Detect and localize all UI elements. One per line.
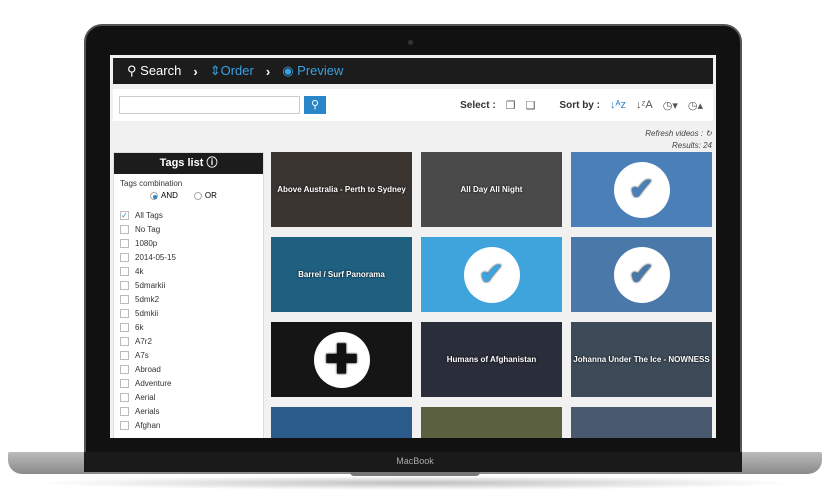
video-tile[interactable]	[421, 407, 562, 438]
video-tile[interactable]: Above Australia - Perth to Sydney	[271, 152, 412, 227]
tags-list: ✓ All Tags No Tag 1080p 2014-05-15 4k 5dmarkii…	[114, 200, 263, 432]
status-area: Refresh videos : ↻ Results: 24	[645, 128, 712, 152]
search-icon: ⚲	[127, 63, 137, 78]
checkmark-icon: ✔	[463, 246, 520, 303]
checkbox[interactable]	[120, 280, 129, 290]
video-grid: Above Australia - Perth to Sydney All Day…	[271, 152, 712, 438]
select-none-icon[interactable]: ❏	[526, 99, 536, 112]
eye-icon: ◉	[282, 63, 294, 78]
chevron-right-icon: ›	[265, 63, 271, 79]
checkbox[interactable]	[120, 308, 129, 318]
sort-az-icon[interactable]: ↓ᴬz	[610, 99, 626, 111]
tag-item[interactable]: Abroad	[120, 362, 263, 376]
video-tile[interactable]: ✚	[271, 322, 412, 397]
checkbox[interactable]	[120, 364, 129, 374]
tags-combination-label: Tags combination	[120, 179, 183, 188]
tags-sidebar: Tags list ⓘ Tags combination AND OR ✓ All…	[113, 152, 264, 438]
video-title: Humans of Afghanistan	[446, 355, 537, 364]
video-tile[interactable]: ✔	[571, 152, 712, 227]
refresh-icon: ↻	[705, 129, 712, 138]
laptop-brand: MacBook	[396, 456, 434, 466]
checkmark-icon: ✔	[613, 161, 670, 218]
sort-label: Sort by :	[559, 99, 600, 111]
tag-item[interactable]: Adventure	[120, 376, 263, 390]
video-tile[interactable]: ✔	[421, 237, 562, 312]
tag-item[interactable]: 1080p	[120, 236, 263, 250]
tag-item[interactable]: ✓ All Tags	[120, 208, 263, 222]
radio-or[interactable]: OR	[193, 191, 217, 200]
radio-or-indicator	[193, 191, 202, 200]
info-icon[interactable]: ⓘ	[206, 157, 217, 169]
tag-item[interactable]: 6k	[120, 320, 263, 334]
sort-date-desc-icon[interactable]: ◷▾	[663, 99, 678, 112]
camera	[408, 40, 413, 45]
tag-item[interactable]: Aerial	[120, 390, 263, 404]
video-tile[interactable]: Humans of Afghanistan	[421, 322, 562, 397]
checkbox[interactable]	[120, 266, 129, 276]
checkbox[interactable]	[120, 224, 129, 234]
radio-and[interactable]: AND	[150, 191, 178, 200]
video-tile[interactable]: Johanna Under The Ice - NOWNESS	[571, 322, 712, 397]
video-tile[interactable]: Barrel / Surf Panorama	[271, 237, 412, 312]
results-count: Results: 24	[671, 141, 712, 150]
tag-item[interactable]: A7s	[120, 348, 263, 362]
checkbox[interactable]	[120, 294, 129, 304]
sort-icon: ⇕	[209, 63, 221, 78]
video-title: All Day All Night	[460, 185, 523, 194]
order-step[interactable]: ⇕Order	[210, 63, 254, 79]
search-step[interactable]: ⚲ Search	[127, 63, 181, 79]
checkmark-icon: ✔	[613, 246, 670, 303]
checkbox[interactable]: ✓	[120, 210, 129, 220]
sort-za-icon[interactable]: ↓ᶻA	[636, 99, 653, 111]
tag-item[interactable]: 2014-05-15	[120, 250, 263, 264]
checkbox[interactable]	[120, 336, 129, 346]
tag-item[interactable]: 4k	[120, 264, 263, 278]
video-title: Barrel / Surf Panorama	[298, 270, 385, 279]
sort-date-asc-icon[interactable]: ◷▴	[688, 99, 703, 112]
tags-combination: AND OR	[114, 191, 263, 200]
tag-item[interactable]: 5dmarkii	[120, 278, 263, 292]
refresh-videos[interactable]: Refresh videos : ↻	[645, 128, 712, 140]
search-icon: ⚲	[310, 99, 320, 111]
tag-item[interactable]: Afghan	[120, 418, 263, 432]
tag-item[interactable]: Aerials	[120, 404, 263, 418]
search-input[interactable]	[119, 96, 300, 114]
checkbox[interactable]	[120, 322, 129, 332]
search-button[interactable]: ⚲	[304, 96, 326, 114]
tag-item[interactable]: A7r2	[120, 334, 263, 348]
laptop-notch	[350, 472, 480, 476]
laptop-shadow	[30, 476, 800, 490]
tag-item[interactable]: 5dmk2	[120, 292, 263, 306]
checkbox[interactable]	[120, 238, 129, 248]
checkbox[interactable]	[120, 392, 129, 402]
video-title: Above Australia - Perth to Sydney	[277, 185, 406, 194]
preview-step[interactable]: ◉ Preview	[282, 63, 343, 79]
plus-icon: ✚	[313, 331, 370, 388]
select-all-icon[interactable]: ❐	[506, 99, 516, 112]
select-label: Select :	[460, 99, 496, 111]
video-title: Johanna Under The Ice - NOWNESS	[573, 355, 710, 364]
video-tile[interactable]: ✔	[571, 237, 712, 312]
video-tile[interactable]	[571, 407, 712, 438]
tag-item[interactable]: No Tag	[120, 222, 263, 236]
chevron-right-icon: ›	[193, 63, 198, 79]
video-tile[interactable]	[271, 407, 412, 438]
radio-and-indicator	[150, 191, 158, 200]
video-tile[interactable]: All Day All Night	[421, 152, 562, 227]
checkbox[interactable]	[120, 378, 129, 388]
screen: ⚲ Search › ⇕Order › ◉ Preview ⚲ Select :…	[110, 55, 716, 438]
checkbox[interactable]	[120, 350, 129, 360]
breadcrumb-nav: ⚲ Search › ⇕Order › ◉ Preview	[113, 58, 713, 84]
checkbox[interactable]	[120, 406, 129, 416]
tag-item[interactable]: 5dmkii	[120, 306, 263, 320]
checkbox[interactable]	[120, 420, 129, 430]
toolbar: ⚲ Select : ❐ ❏ Sort by : ↓ᴬz ↓ᶻA ◷▾ ◷▴	[113, 89, 713, 121]
tags-list-header: Tags list ⓘ	[114, 153, 263, 174]
checkbox[interactable]	[120, 252, 129, 262]
